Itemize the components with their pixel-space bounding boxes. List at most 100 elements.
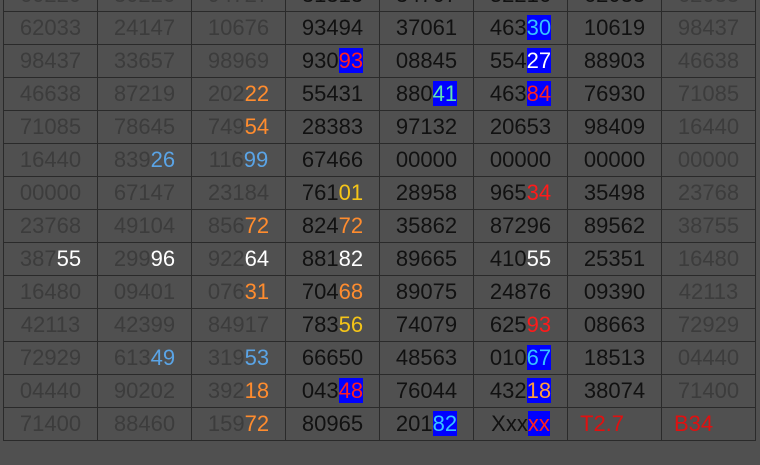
- grid-cell: 10676: [191, 11, 286, 45]
- grid-cell: 78356: [285, 308, 380, 342]
- grid-cell: 76101: [285, 176, 380, 210]
- cell-prefix: 387: [19, 246, 57, 271]
- grid-cell: 31953: [191, 341, 286, 375]
- cell-prefix: 35498: [583, 180, 646, 205]
- grid-cell: 07631: [191, 275, 286, 309]
- cell-prefix: 90202: [113, 378, 176, 403]
- grid-cell: 20222: [191, 77, 286, 111]
- cell-prefix: 824: [301, 213, 339, 238]
- cell-highlight: 34: [526, 180, 552, 205]
- cell-prefix: 24147: [113, 15, 176, 40]
- cell-prefix: 00000: [677, 147, 740, 172]
- cell-prefix: 49104: [113, 213, 176, 238]
- cell-prefix: 42113: [678, 279, 739, 304]
- cell-prefix: 38074: [583, 378, 646, 403]
- cell-prefix: 89562: [583, 213, 646, 238]
- grid-cell: 62033: [567, 0, 662, 12]
- grid-cell: B34: [661, 407, 756, 441]
- cell-highlight: 99: [243, 147, 269, 172]
- grid-cell: 09401: [97, 275, 192, 309]
- grid-cell: 15972: [191, 407, 286, 441]
- grid-cell: 35498: [567, 176, 662, 210]
- cell-highlight: 31: [244, 279, 270, 304]
- grid-cell: 35862: [379, 209, 474, 243]
- grid-row: 38755 29996 92264 88182 89665 41055 25351 16480: [3, 242, 756, 276]
- cell-prefix: 783: [301, 312, 339, 337]
- cell-prefix: 076: [207, 279, 245, 304]
- grid-cell: 42113: [661, 275, 756, 309]
- cell-prefix: 922: [207, 246, 245, 271]
- grid-cell: 52216: [473, 0, 568, 12]
- cell-prefix: 42399: [113, 312, 176, 337]
- cell-prefix: 24876: [489, 279, 552, 304]
- grid-cell: 28958: [379, 176, 474, 210]
- grid-cell: 85672: [191, 209, 286, 243]
- cell-prefix: 04440: [19, 378, 82, 403]
- grid-row: 00000 67147 23184 76101 28958 96534 35498 23768: [3, 176, 756, 210]
- grid-cell: 20182: [379, 407, 474, 441]
- cell-prefix: 38755: [677, 213, 740, 238]
- cell-prefix: 88903: [583, 48, 646, 73]
- cell-prefix: 299: [113, 246, 151, 271]
- cell-prefix: 48563: [395, 345, 458, 370]
- cell-prefix: T2.7: [580, 411, 625, 436]
- cell-prefix: 31313: [302, 0, 363, 7]
- grid-cell: 96534: [473, 176, 568, 210]
- grid-cell: 04440: [661, 341, 756, 375]
- grid-cell: 93494: [285, 11, 380, 45]
- grid-cell: 61349: [97, 341, 192, 375]
- cell-prefix: 42113: [20, 312, 81, 337]
- cell-highlight: 72: [338, 213, 364, 238]
- cell-prefix: 66650: [301, 345, 364, 370]
- grid-cell: 46638: [661, 44, 756, 78]
- grid-cell: 43218: [473, 374, 568, 408]
- grid-cell: 62593: [473, 308, 568, 342]
- grid-cell: 23768: [3, 209, 98, 243]
- cell-prefix: 881: [301, 246, 339, 271]
- cell-prefix: 71085: [19, 114, 82, 139]
- grid-row: 46638 87219 20222 55431 88041 46384 76930 71085: [3, 77, 756, 111]
- grid-cell: 00000: [3, 176, 98, 210]
- cell-highlight: 64: [244, 246, 270, 271]
- grid-cell: 72929: [661, 308, 756, 342]
- grid-cell: 62033: [3, 11, 98, 45]
- cell-prefix: 35862: [395, 213, 458, 238]
- cell-prefix: 00000: [583, 147, 646, 172]
- grid-cell: 55431: [285, 77, 380, 111]
- number-grid-view: 6022030226947273131334707522166203362033…: [0, 0, 760, 465]
- cell-prefix: 97132: [395, 114, 458, 139]
- cell-prefix: 28383: [301, 114, 364, 139]
- grid-row: 16480 09401 07631 70468 89075 24876 09390 42113: [3, 275, 756, 309]
- cell-prefix: 33657: [113, 48, 176, 73]
- grid-cell: 23184: [191, 176, 286, 210]
- cell-prefix: 71085: [677, 81, 740, 106]
- cell-prefix: 98437: [19, 48, 82, 73]
- cell-prefix: 10676: [207, 15, 270, 40]
- grid-cell: 98437: [3, 44, 98, 78]
- grid-cell: 66650: [285, 341, 380, 375]
- cell-prefix: 80965: [301, 411, 364, 436]
- cell-prefix: 76930: [583, 81, 646, 106]
- grid-cell: 89562: [567, 209, 662, 243]
- cell-prefix: 18513: [583, 345, 646, 370]
- cell-highlight: 82: [338, 246, 364, 271]
- cell-prefix: 23184: [207, 180, 270, 205]
- grid-cell: 72929: [3, 341, 98, 375]
- grid-cell: 87219: [97, 77, 192, 111]
- grid-cell: 60220: [3, 0, 98, 12]
- grid-cell: 08845: [379, 44, 474, 78]
- cell-prefix: B34: [674, 411, 714, 436]
- grid-row: 42113 42399 84917 78356 74079 62593 08663 72929: [3, 308, 756, 342]
- grid-cell: 71085: [3, 110, 98, 144]
- grid-cell: 01067: [473, 341, 568, 375]
- grid-cell: 37061: [379, 11, 474, 45]
- cell-highlight: 93: [526, 312, 552, 337]
- grid-cell: 70468: [285, 275, 380, 309]
- cell-highlight: 72: [244, 411, 270, 436]
- grid-cell: 67147: [97, 176, 192, 210]
- grid-cell: 71085: [661, 77, 756, 111]
- cell-prefix: 98969: [207, 48, 270, 73]
- grid-row: 98437 33657 98969 93093 08845 55427 88903 46638: [3, 44, 756, 78]
- grid-cell: 93093: [285, 44, 380, 78]
- cell-highlight: 53: [244, 345, 270, 370]
